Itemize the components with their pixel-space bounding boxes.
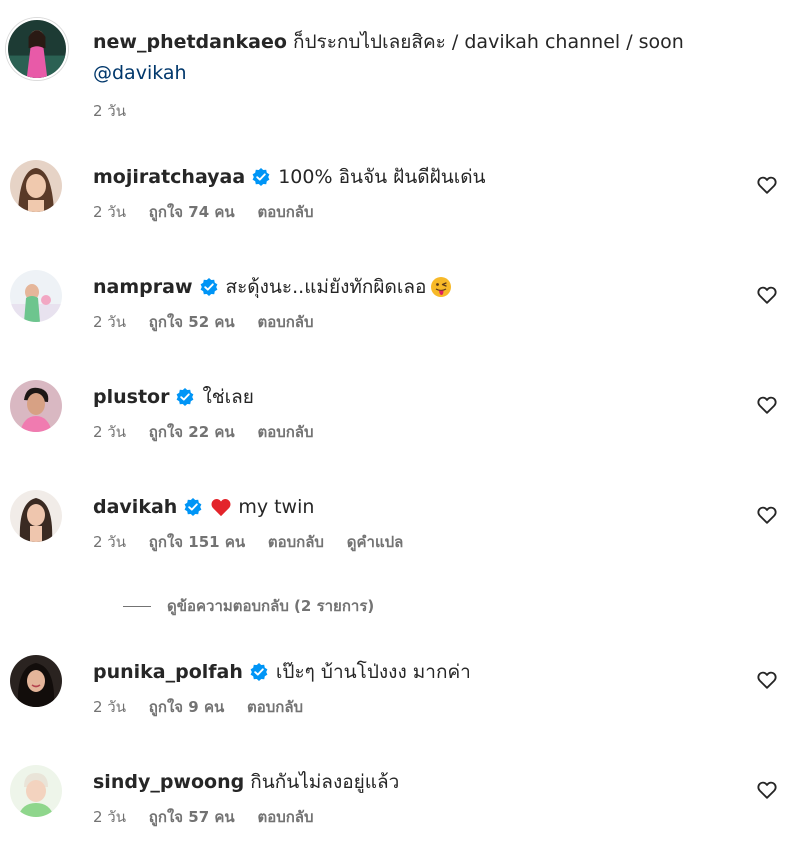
comment-meta: 2 วัน ถูกใจ 57 คน ตอบกลับ — [93, 805, 332, 829]
comment-time: 2 วัน — [93, 423, 126, 441]
heart-icon[interactable] — [756, 504, 778, 526]
avatar[interactable] — [10, 655, 62, 707]
comment-plustor: plustor ใช่เลย 2 วัน ถูกใจ 22 คน ตอบกลับ — [0, 380, 800, 460]
heart-icon[interactable] — [756, 394, 778, 416]
avatar[interactable] — [10, 160, 62, 212]
comment-username[interactable]: mojiratchayaa — [93, 164, 245, 190]
heart-icon[interactable] — [756, 174, 778, 196]
comment-body: davikah my twin — [93, 494, 314, 520]
comment-username[interactable]: plustor — [93, 384, 169, 410]
likes-count[interactable]: ถูกใจ 22 คน — [149, 423, 235, 441]
comment-username[interactable]: nampraw — [93, 274, 193, 300]
comment-meta: 2 วัน ถูกใจ 74 คน ตอบกลับ — [93, 200, 332, 224]
comment-time: 2 วัน — [93, 313, 126, 331]
comment-meta: 2 วัน ถูกใจ 52 คน ตอบกลับ — [93, 310, 332, 334]
tongue-out-face-emoji-icon — [430, 276, 452, 298]
reply-button[interactable]: ตอบกลับ — [257, 808, 313, 826]
comment-punika_polfah: punika_polfah เป๊ะๆ บ้านโป่งงง มากค่า 2 … — [0, 655, 800, 735]
comment-nampraw: nampraw สะดุ้งนะ..แม่ยังทักผิดเลอ 2 วัน … — [0, 270, 800, 350]
comment-body: punika_polfah เป๊ะๆ บ้านโป่งงง มากค่า — [93, 659, 471, 685]
comment-mojiratchayaa: mojiratchayaa 100% อินจัน ฝันดีฝันเด่น 2… — [0, 160, 800, 240]
reply-button[interactable]: ตอบกลับ — [247, 698, 303, 716]
see-translation-button[interactable]: ดูคำแปล — [347, 533, 404, 551]
comment-text: เป๊ะๆ บ้านโป่งงง มากค่า — [275, 661, 471, 683]
verified-badge-icon — [251, 167, 271, 187]
likes-count[interactable]: ถูกใจ 52 คน — [149, 313, 235, 331]
caption-time: 2 วัน — [93, 102, 126, 120]
avatar[interactable] — [10, 270, 62, 322]
comment-username[interactable]: punika_polfah — [93, 659, 243, 685]
caption-avatar[interactable] — [6, 18, 68, 80]
caption-line: new_phetdankaeo ก็ประกบไปเลยสิคะ / davik… — [93, 29, 684, 55]
reply-button[interactable]: ตอบกลับ — [257, 423, 313, 441]
caption-line-2: @davikah — [93, 60, 187, 86]
caption-username[interactable]: new_phetdankaeo — [93, 31, 287, 53]
likes-count[interactable]: ถูกใจ 9 คน — [149, 698, 224, 716]
comment-body: mojiratchayaa 100% อินจัน ฝันดีฝันเด่น — [93, 164, 486, 190]
comment-time: 2 วัน — [93, 698, 126, 716]
avatar[interactable] — [10, 765, 62, 817]
verified-badge-icon — [199, 277, 219, 297]
comment-time: 2 วัน — [93, 808, 126, 826]
avatar[interactable] — [10, 490, 62, 542]
caption-mention[interactable]: @davikah — [93, 62, 187, 84]
heart-icon[interactable] — [756, 284, 778, 306]
comment-body: sindy_pwoong กินกันไม่ลงอยู่แล้ว — [93, 769, 399, 795]
caption-text: ก็ประกบไปเลยสิคะ / davikah channel / soo… — [292, 31, 684, 53]
comment-text: my twin — [238, 496, 315, 518]
verified-badge-icon — [249, 662, 269, 682]
reply-button[interactable]: ตอบกลับ — [257, 203, 313, 221]
comment-sindy_pwoong: sindy_pwoong กินกันไม่ลงอยู่แล้ว 2 วัน ถ… — [0, 765, 800, 845]
comment-text: ใช่เลย — [202, 386, 254, 408]
likes-count[interactable]: ถูกใจ 74 คน — [149, 203, 235, 221]
comment-davikah: davikah my twin 2 วัน ถูกใจ 151 คน ตอบกล… — [0, 490, 800, 570]
comment-username[interactable]: davikah — [93, 494, 177, 520]
comment-body: plustor ใช่เลย — [93, 384, 254, 410]
comment-time: 2 วัน — [93, 533, 126, 551]
avatar[interactable] — [10, 380, 62, 432]
comment-body: nampraw สะดุ้งนะ..แม่ยังทักผิดเลอ — [93, 274, 452, 300]
reply-button[interactable]: ตอบกลับ — [268, 533, 324, 551]
red-heart-emoji-icon — [210, 497, 232, 517]
verified-badge-icon — [183, 497, 203, 517]
comment-text: กินกันไม่ลงอยู่แล้ว — [250, 771, 400, 793]
comment-text: สะดุ้งนะ..แม่ยังทักผิดเลอ — [225, 276, 427, 298]
comment-meta: 2 วัน ถูกใจ 22 คน ตอบกลับ — [93, 420, 332, 444]
heart-icon[interactable] — [756, 669, 778, 691]
comment-text: 100% อินจัน ฝันดีฝันเด่น — [278, 166, 486, 188]
reply-button[interactable]: ตอบกลับ — [257, 313, 313, 331]
reply-divider — [123, 605, 151, 607]
likes-count[interactable]: ถูกใจ 57 คน — [149, 808, 235, 826]
likes-count[interactable]: ถูกใจ 151 คน — [149, 533, 245, 551]
view-replies-button[interactable]: ดูข้อความตอบกลับ (2 รายการ) — [123, 594, 374, 618]
heart-icon[interactable] — [756, 779, 778, 801]
view-replies-label: ดูข้อความตอบกลับ (2 รายการ) — [167, 597, 375, 615]
comment-username[interactable]: sindy_pwoong — [93, 769, 244, 795]
comment-time: 2 วัน — [93, 203, 126, 221]
verified-badge-icon — [175, 387, 195, 407]
comment-meta: 2 วัน ถูกใจ 9 คน ตอบกลับ — [93, 695, 321, 719]
post-caption: new_phetdankaeo ก็ประกบไปเลยสิคะ / davik… — [0, 0, 800, 140]
comment-meta: 2 วัน ถูกใจ 151 คน ตอบกลับ ดูคำแปล — [93, 530, 421, 554]
